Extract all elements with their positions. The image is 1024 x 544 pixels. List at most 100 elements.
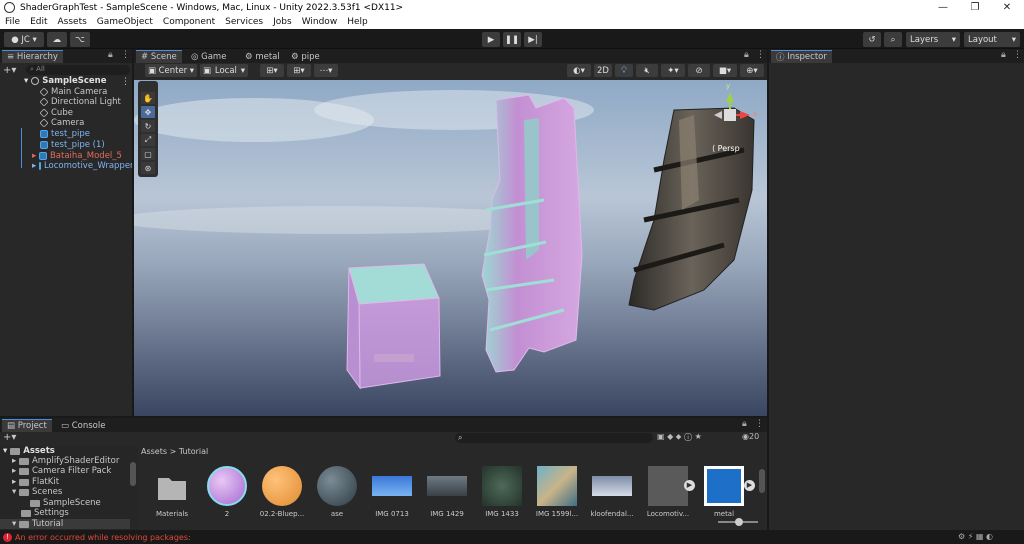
hierarchy-item[interactable]: ▸ Bataiha_Model_5 — [32, 151, 122, 161]
hierarchy-search-input[interactable]: ⌕ All — [26, 65, 130, 75]
asset-tile[interactable]: Materials — [150, 466, 194, 522]
menu-window[interactable]: Window — [302, 17, 338, 27]
hierarchy-item[interactable]: Camera — [39, 118, 84, 128]
audio-icon[interactable]: 🔇︎ — [636, 64, 658, 77]
hierarchy-item[interactable]: Directional Light — [39, 97, 121, 107]
menu-jobs[interactable]: Jobs — [273, 17, 292, 27]
asset-tile[interactable]: kloofendal... — [590, 466, 634, 522]
tree-scrollbar[interactable] — [130, 462, 136, 486]
collab-icon[interactable]: ⌥ — [70, 32, 90, 47]
expand-arrow-icon[interactable]: ▶ — [684, 480, 695, 491]
cloud-icon[interactable]: ☁ — [47, 32, 67, 47]
menu-services[interactable]: Services — [225, 17, 263, 27]
lock-icon[interactable]: 🔒︎ — [744, 50, 749, 60]
hierarchy-item[interactable]: Main Camera — [39, 87, 107, 97]
pivot-dropdown[interactable]: ▣ Center ▾ — [145, 64, 197, 77]
maximize-button[interactable]: ❐ — [958, 0, 992, 15]
tree-item[interactable]: ▾ Scenes — [12, 487, 62, 497]
asset-tile[interactable]: IMG 1599l... — [535, 466, 579, 522]
layout-dropdown[interactable]: Layout ▾ — [964, 32, 1020, 47]
tree-item[interactable]: SampleScene — [30, 498, 101, 508]
cube-object[interactable] — [346, 263, 441, 390]
project-search-input[interactable]: ⌕ — [455, 433, 653, 443]
account-dropdown[interactable]: ● JC ▾ — [4, 32, 44, 47]
history-icon[interactable]: ↺ — [863, 32, 881, 47]
asset-tile[interactable]: Locomotiv... — [646, 466, 690, 522]
expand-arrow-icon[interactable]: ▶ — [744, 480, 755, 491]
breadcrumb-leaf[interactable]: Tutorial — [179, 447, 208, 456]
tree-item[interactable]: Settings — [21, 508, 69, 518]
draw-mode-icon[interactable]: ◐▾ — [567, 64, 591, 77]
kebab-menu-icon[interactable]: ⋮ — [1013, 50, 1022, 60]
add-button[interactable]: +▾ — [3, 65, 16, 76]
lock-icon[interactable]: 🔒︎ — [108, 50, 113, 60]
tree-item[interactable]: ▾ Assets — [3, 446, 55, 456]
snap-increment-icon[interactable]: ⊞▾ — [287, 64, 311, 77]
play-button[interactable]: ▶ — [482, 32, 500, 47]
asset-tile[interactable]: ase — [315, 466, 359, 522]
menu-component[interactable]: Component — [163, 17, 215, 27]
kebab-menu-icon[interactable]: ⋮ — [121, 77, 130, 87]
asset-tile[interactable]: IMG 0713 — [370, 466, 414, 522]
tab-game[interactable]: ◎ Game — [186, 50, 231, 63]
gizmos-icon[interactable]: ⊕▾ — [740, 64, 764, 77]
asset-tile[interactable]: 2 — [205, 466, 249, 522]
hierarchy-item[interactable]: test_pipe — [40, 129, 90, 139]
zoom-slider-handle[interactable] — [735, 518, 743, 526]
tab-console[interactable]: ▭ Console — [56, 419, 110, 432]
hierarchy-item[interactable]: test_pipe (1) — [40, 140, 105, 150]
filter-icons[interactable]: ▣ ◆ ⬥ ⓘ ★ — [657, 432, 702, 442]
create-button[interactable]: +▾ — [3, 432, 16, 443]
menu-edit[interactable]: Edit — [30, 17, 47, 27]
tab-metal[interactable]: ⚙ metal — [240, 50, 285, 63]
status-error-text[interactable]: An error occurred while resolving packag… — [15, 533, 191, 542]
scene-root[interactable]: ▾ SampleScene — [24, 76, 106, 86]
asset-tile[interactable]: 02.2-Bluep... — [260, 466, 304, 522]
step-button[interactable]: ▶| — [524, 32, 542, 47]
tree-item[interactable]: ▸ FlatKit — [12, 477, 59, 487]
tab-scene[interactable]: # Scene — [136, 50, 182, 63]
tab-inspector[interactable]: ⓘ Inspector — [771, 50, 832, 63]
kebab-menu-icon[interactable]: ⋮ — [121, 50, 130, 60]
hidden-count[interactable]: ◉20 — [742, 432, 759, 441]
minimize-button[interactable]: — — [926, 0, 960, 15]
asset-tile[interactable]: IMG 1433 — [480, 466, 524, 522]
lock-icon[interactable]: 🔒︎ — [1001, 50, 1006, 60]
pause-button[interactable]: ❚❚ — [503, 32, 521, 47]
rect-tool-icon[interactable]: ▢ — [141, 148, 155, 160]
camera-icon[interactable]: ■▾ — [713, 64, 737, 77]
hierarchy-item[interactable]: Cube — [39, 108, 73, 118]
layers-dropdown[interactable]: Layers ▾ — [906, 32, 960, 47]
incremental-snap-icon[interactable]: ⋯▾ — [314, 64, 338, 77]
menu-file[interactable]: File — [5, 17, 20, 27]
tab-pipe[interactable]: ⚙ pipe — [286, 50, 325, 63]
search-icon[interactable]: ⌕ — [884, 32, 902, 47]
tree-item-selected[interactable]: ▾ Tutorial — [0, 519, 130, 529]
perspective-label[interactable]: ⟨ Persp — [712, 144, 740, 153]
hand-tool-icon[interactable]: ✋ — [141, 92, 155, 104]
kebab-menu-icon[interactable]: ⋮ — [756, 50, 765, 60]
tree-item[interactable]: ▸ AmplifyShaderEditor — [12, 456, 119, 466]
lock-icon[interactable]: 🔒︎ — [742, 419, 747, 429]
tab-hierarchy[interactable]: ≡ Hierarchy — [2, 50, 63, 63]
2d-toggle[interactable]: 2D — [594, 64, 612, 77]
asset-tile[interactable]: metal — [702, 466, 746, 522]
status-icons[interactable]: ⚙ ⚡ ▦ ◐ — [958, 532, 993, 541]
menu-gameobject[interactable]: GameObject — [97, 17, 153, 27]
grid-snap-icon[interactable]: ⊞▾ — [260, 64, 284, 77]
transform-tool-icon[interactable]: ⊛ — [141, 162, 155, 174]
lighting-icon[interactable]: 💡︎ — [615, 64, 633, 77]
hidden-objects-icon[interactable]: ⊘ — [688, 64, 710, 77]
kebab-menu-icon[interactable]: ⋮ — [755, 419, 764, 429]
scale-tool-icon[interactable]: ⤢ — [141, 134, 155, 146]
close-button[interactable]: ✕ — [990, 0, 1024, 15]
asset-tile[interactable]: IMG 1429 — [425, 466, 469, 522]
move-tool-icon[interactable]: ✥ — [141, 106, 155, 118]
effects-icon[interactable]: ✦▾ — [661, 64, 685, 77]
breadcrumb-root[interactable]: Assets — [141, 447, 167, 456]
scene-viewport[interactable]: y x ⟨ Persp — [134, 80, 767, 416]
menu-help[interactable]: Help — [347, 17, 368, 27]
assets-scrollbar[interactable] — [759, 469, 765, 493]
space-dropdown[interactable]: ▣ Local ▾ — [200, 64, 248, 77]
hierarchy-item[interactable]: ▸ Locomotive_Wrapper — [32, 161, 132, 171]
